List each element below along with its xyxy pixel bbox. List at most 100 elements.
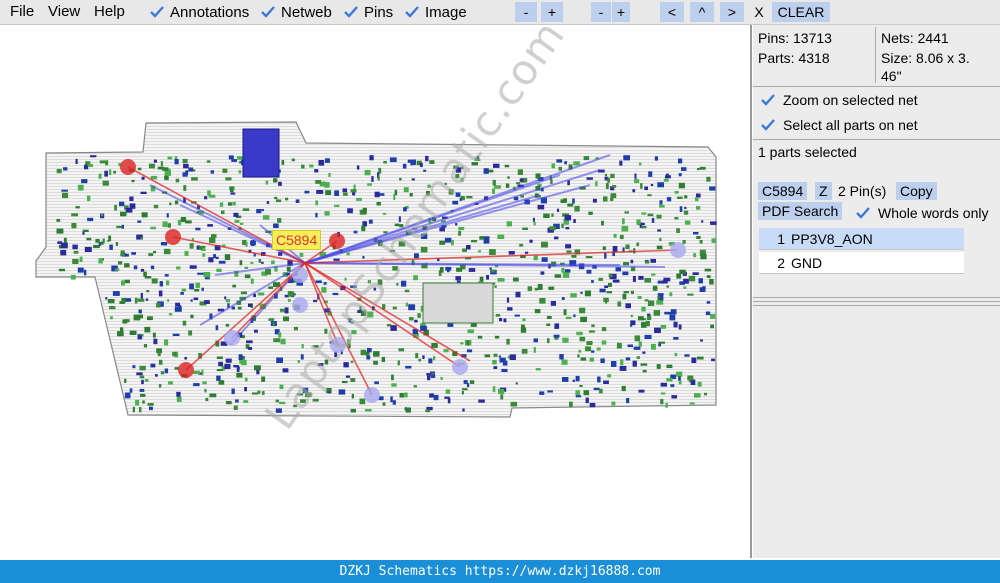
menu-view[interactable]: View bbox=[48, 3, 80, 20]
pcb-component bbox=[75, 206, 80, 209]
netweb-toggle[interactable]: Netweb bbox=[259, 2, 332, 22]
pcb-component bbox=[362, 255, 365, 259]
pcb-component bbox=[373, 351, 380, 357]
pcb-component bbox=[398, 241, 406, 247]
pcb-component bbox=[402, 163, 407, 169]
pcb-component bbox=[145, 298, 149, 301]
menu-help[interactable]: Help bbox=[94, 3, 125, 20]
pcb-component bbox=[455, 167, 462, 173]
pcb-component bbox=[539, 391, 545, 395]
net-list-item-selected[interactable]: 1 PP3V8_AON bbox=[759, 228, 964, 250]
clear-button[interactable]: CLEAR bbox=[772, 2, 830, 22]
pcb-component bbox=[622, 293, 627, 300]
pcb-component bbox=[401, 280, 407, 287]
pcb-component bbox=[646, 315, 652, 320]
nav-left-button[interactable]: < bbox=[660, 2, 684, 22]
pcb-component bbox=[273, 338, 281, 343]
annotations-toggle[interactable]: Annotations bbox=[148, 2, 249, 22]
pcb-component bbox=[265, 180, 269, 185]
whole-words-toggle[interactable]: Whole words only bbox=[854, 204, 989, 222]
pcb-component bbox=[440, 377, 443, 380]
pcb-component bbox=[603, 380, 609, 384]
pcb-component bbox=[162, 221, 168, 227]
net-pin-marker bbox=[670, 242, 686, 258]
pcb-component bbox=[674, 352, 678, 357]
pcb-component bbox=[109, 244, 113, 250]
pcb-component bbox=[431, 343, 438, 348]
pcb-component bbox=[193, 370, 200, 374]
pcb-component bbox=[679, 269, 686, 274]
pcb-component bbox=[700, 339, 703, 342]
menu-file[interactable]: File bbox=[10, 3, 34, 20]
pcb-component bbox=[374, 191, 380, 198]
pcb-component bbox=[323, 282, 327, 285]
pcb-component bbox=[408, 304, 416, 311]
zoom-in-button-2[interactable]: + bbox=[612, 2, 630, 22]
pcb-component bbox=[656, 214, 662, 219]
pcb-component bbox=[209, 393, 217, 398]
pcb-component bbox=[515, 382, 518, 385]
pcb-component bbox=[624, 211, 629, 214]
nav-right-button[interactable]: > bbox=[720, 2, 744, 22]
pcb-component bbox=[710, 221, 717, 225]
pcb-component bbox=[164, 274, 169, 277]
pcb-component bbox=[709, 186, 716, 191]
pcb-component bbox=[314, 169, 319, 173]
net-list-item[interactable]: 2 GND bbox=[759, 252, 964, 274]
pcb-component bbox=[553, 334, 560, 338]
select-all-toggle[interactable]: Select all parts on net bbox=[759, 116, 918, 134]
pcb-component bbox=[580, 291, 583, 294]
pcb-component bbox=[105, 160, 109, 166]
zoom-in-button[interactable]: + bbox=[541, 2, 563, 22]
copy-button[interactable]: Copy bbox=[896, 182, 937, 200]
pcb-component bbox=[463, 380, 468, 384]
pcb-component bbox=[139, 365, 146, 371]
checkmark-icon bbox=[344, 6, 358, 18]
pdf-search-button[interactable]: PDF Search bbox=[758, 202, 843, 220]
pcb-component bbox=[60, 250, 67, 256]
part-name-button[interactable]: C5894 bbox=[758, 182, 808, 200]
pcb-component bbox=[350, 189, 357, 193]
pcb-component bbox=[514, 314, 520, 317]
pcb-component bbox=[601, 220, 604, 226]
pcb-component bbox=[598, 277, 603, 281]
pcb-component bbox=[636, 219, 641, 225]
nav-up-button[interactable]: ^ bbox=[690, 2, 714, 22]
pcb-component bbox=[652, 285, 658, 291]
pcb-component bbox=[610, 197, 614, 201]
pcb-component bbox=[597, 376, 601, 383]
pcb-component bbox=[682, 240, 686, 244]
pcb-component bbox=[350, 378, 356, 382]
pcb-component bbox=[200, 245, 206, 249]
pcb-component bbox=[404, 289, 410, 293]
pcb-component bbox=[304, 190, 310, 194]
pcb-component bbox=[302, 387, 309, 394]
pcb-component bbox=[583, 390, 590, 396]
pins-toggle[interactable]: Pins bbox=[342, 2, 393, 22]
board-canvas[interactable]: C5894 LaptopSchematic.com bbox=[0, 11, 752, 558]
pcb-component bbox=[498, 355, 502, 358]
pcb-component bbox=[373, 360, 378, 365]
pcb-component bbox=[709, 278, 714, 285]
zoom-part-button[interactable]: Z bbox=[815, 182, 832, 200]
pcb-component bbox=[174, 159, 179, 165]
pcb-component bbox=[429, 393, 434, 398]
info-panel: Pins: 13713 Parts: 4318 Nets: 2441 Size:… bbox=[753, 25, 1000, 558]
pcb-component bbox=[81, 179, 88, 184]
pcb-component bbox=[535, 368, 541, 371]
pcb-component bbox=[207, 224, 213, 227]
zoom-out-button-2[interactable]: - bbox=[591, 2, 611, 22]
pcb-component bbox=[110, 316, 113, 320]
pcb-component bbox=[291, 158, 295, 162]
pcb-component bbox=[428, 358, 433, 364]
pcb-component bbox=[595, 181, 598, 187]
close-x-button[interactable]: X bbox=[748, 2, 770, 22]
selected-part-label[interactable]: C5894 bbox=[272, 230, 322, 250]
image-toggle[interactable]: Image bbox=[403, 2, 467, 22]
pcb-component bbox=[159, 281, 163, 287]
zoom-selected-toggle[interactable]: Zoom on selected net bbox=[759, 91, 918, 109]
zoom-out-button[interactable]: - bbox=[515, 2, 537, 22]
pcb-component bbox=[225, 177, 232, 181]
pcb-component bbox=[141, 379, 144, 385]
pcb-component bbox=[139, 375, 145, 379]
